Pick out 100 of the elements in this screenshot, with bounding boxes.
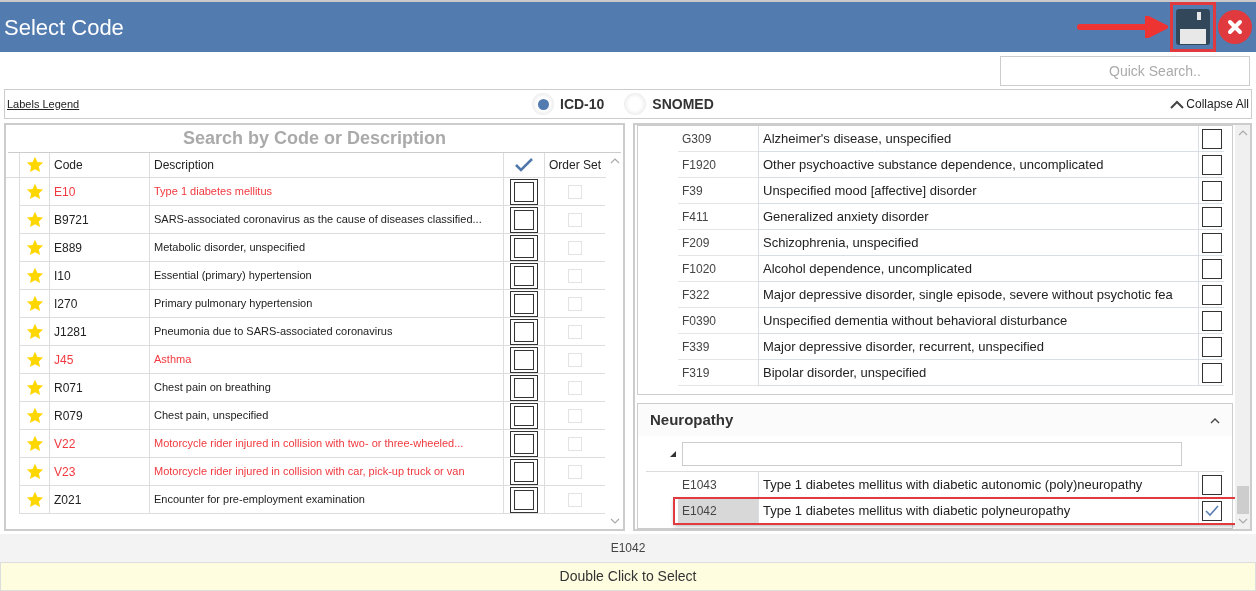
- checkbox[interactable]: [514, 265, 534, 286]
- description-cell: Major depressive disorder, recurrent, unspecified: [758, 334, 1198, 360]
- code-cell: F1020: [678, 256, 758, 282]
- description-cell: Type 1 diabetes mellitus with diabetic autonomic (poly)neuropathy: [758, 472, 1198, 498]
- code-cell: V23: [50, 458, 150, 486]
- save-button[interactable]: [1170, 2, 1216, 52]
- description-cell: Generalized anxiety disorder: [758, 204, 1198, 230]
- code-cell: F209: [678, 230, 758, 256]
- order-set-checkbox[interactable]: [568, 240, 582, 255]
- code-cell: R071: [50, 374, 150, 402]
- selected-code-label: E1042: [610, 540, 646, 557]
- code-system-radio[interactable]: SNOMED: [624, 93, 714, 115]
- labels-legend-link[interactable]: Labels Legend: [7, 95, 532, 113]
- code-cell: F0390: [678, 308, 758, 334]
- chevron-up-icon[interactable]: [1210, 416, 1220, 424]
- description-cell: Primary pulmonary hypertension: [150, 290, 504, 318]
- checkbox[interactable]: [1201, 500, 1222, 521]
- description-cell: Pneumonia due to SARS-associated coronavirus: [150, 318, 504, 346]
- description-cell: Alzheimer's disease, unspecified: [758, 126, 1198, 152]
- expander-icon[interactable]: [670, 450, 676, 457]
- checkbox[interactable]: [1201, 232, 1222, 253]
- code-cell: J45: [50, 346, 150, 374]
- checkbox[interactable]: [1201, 336, 1222, 357]
- order-set-checkbox[interactable]: [568, 352, 582, 367]
- checkbox[interactable]: [514, 461, 534, 482]
- description-cell: Major depressive disorder, single episode, severe without psychotic fea: [758, 282, 1198, 308]
- order-set-checkbox[interactable]: [568, 184, 582, 199]
- window-title: Select Code: [4, 13, 125, 42]
- star-icon: [25, 322, 44, 341]
- code-cell: E10: [50, 178, 150, 206]
- code-cell: R079: [50, 402, 150, 430]
- code-cell: B9721: [50, 206, 150, 234]
- star-icon: [25, 210, 44, 229]
- checkbox[interactable]: [1201, 180, 1222, 201]
- code-system-radio[interactable]: ICD-10: [532, 93, 605, 115]
- code-cell: G309: [678, 126, 758, 152]
- checkbox[interactable]: [514, 433, 534, 454]
- description-cell: Metabolic disorder, unspecified: [150, 234, 504, 262]
- checkbox[interactable]: [514, 489, 534, 510]
- column-header[interactable]: Order Set: [545, 153, 605, 177]
- checkbox[interactable]: [1201, 310, 1222, 331]
- checkbox[interactable]: [514, 209, 534, 230]
- description-cell: Chest pain, unspecified: [150, 402, 504, 430]
- checkbox[interactable]: [514, 321, 534, 342]
- code-cell: F1920: [678, 152, 758, 178]
- description-cell: SARS-associated coronavirus as the cause of diseases classified...: [150, 206, 504, 234]
- order-set-checkbox[interactable]: [568, 492, 582, 507]
- scrollbar-thumb[interactable]: [1236, 486, 1249, 514]
- order-set-checkbox[interactable]: [568, 464, 582, 479]
- code-cell: F39: [678, 178, 758, 204]
- chevron-up-icon: [1170, 99, 1185, 109]
- order-set-checkbox[interactable]: [568, 212, 582, 227]
- check-icon: [1204, 504, 1219, 517]
- star-icon: [25, 490, 44, 509]
- collapse-all-button[interactable]: Collapse All: [1170, 95, 1249, 113]
- order-set-checkbox[interactable]: [568, 436, 582, 451]
- description-cell: Motorcycle rider injured in collision with two- or three-wheeled...: [150, 430, 504, 458]
- description-cell: Chest pain on breathing: [150, 374, 504, 402]
- checkbox[interactable]: [1201, 362, 1222, 383]
- description-cell: Unspecified dementia without behavioral disturbance: [758, 308, 1198, 334]
- code-cell: J1281: [50, 318, 150, 346]
- star-icon: [25, 266, 44, 285]
- order-set-checkbox[interactable]: [568, 296, 582, 311]
- checkbox[interactable]: [514, 349, 534, 370]
- order-set-checkbox[interactable]: [568, 380, 582, 395]
- code-cell: I270: [50, 290, 150, 318]
- description-cell: Bipolar disorder, unspecified: [758, 360, 1198, 386]
- checkbox[interactable]: [1201, 154, 1222, 175]
- check-icon: [515, 158, 533, 172]
- checkbox[interactable]: [514, 377, 534, 398]
- star-icon: [25, 238, 44, 257]
- description-cell: Motorcycle rider injured in collision with car, pick-up truck or van: [150, 458, 504, 486]
- code-cell: E1042: [678, 498, 758, 524]
- filter-field[interactable]: [682, 441, 1182, 466]
- scrollbar[interactable]: [1235, 125, 1250, 529]
- order-set-checkbox[interactable]: [568, 408, 582, 423]
- close-icon: [1227, 19, 1243, 35]
- checkbox[interactable]: [1201, 128, 1222, 149]
- checkbox[interactable]: [1201, 474, 1222, 495]
- column-header[interactable]: Description: [150, 153, 504, 177]
- checkbox[interactable]: [1201, 258, 1222, 279]
- checkbox[interactable]: [1201, 206, 1222, 227]
- quick-search-field[interactable]: Quick Search..: [1000, 55, 1250, 86]
- description-cell: Type 1 diabetes mellitus: [150, 178, 504, 206]
- description-cell: Encounter for pre-employment examination: [150, 486, 504, 514]
- checkbox[interactable]: [514, 293, 534, 314]
- checkbox[interactable]: [514, 181, 534, 202]
- order-set-checkbox[interactable]: [568, 268, 582, 283]
- arrow-icon: [1076, 16, 1168, 38]
- order-set-checkbox[interactable]: [568, 324, 582, 339]
- hint-text: Double Click to Select: [559, 567, 697, 586]
- checkbox[interactable]: [514, 405, 534, 426]
- close-button[interactable]: [1218, 10, 1252, 44]
- panel-title: Search by Code or Description: [182, 127, 447, 150]
- column-header[interactable]: Code: [50, 153, 150, 177]
- checkbox[interactable]: [514, 237, 534, 258]
- checkbox[interactable]: [1201, 284, 1222, 305]
- star-icon: [25, 406, 44, 425]
- code-cell: F322: [678, 282, 758, 308]
- code-cell: I10: [50, 262, 150, 290]
